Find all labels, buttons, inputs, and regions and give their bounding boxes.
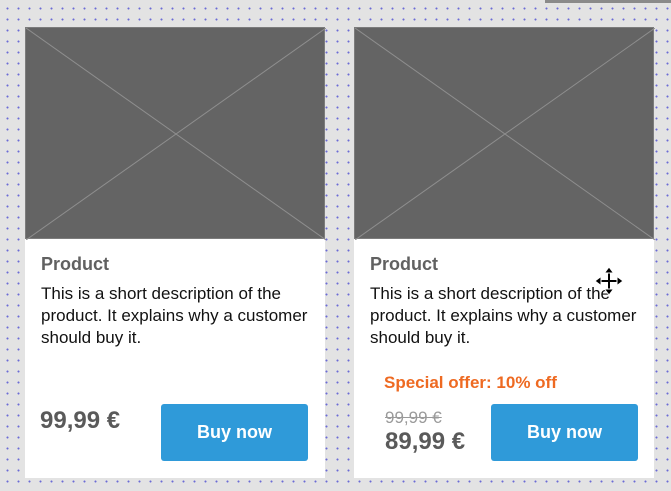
window-edge: [545, 0, 671, 3]
product-title: Product: [41, 254, 110, 274]
discounted-price: 89,99 €: [385, 428, 466, 455]
buy-now-button[interactable]: Buy now: [491, 404, 638, 461]
product-price: 99,99 €: [40, 407, 121, 434]
special-offer-label: Special offer: 10% off: [384, 373, 557, 392]
image-placeholder-icon: [25, 27, 326, 240]
product-card: Product This is a short description of t…: [354, 27, 655, 478]
image-placeholder-icon: [354, 27, 655, 240]
move-cursor-icon: [594, 266, 624, 296]
product-title: Product: [370, 254, 439, 274]
product-card: Product This is a short description of t…: [25, 27, 326, 478]
buy-now-button[interactable]: Buy now: [161, 404, 308, 461]
product-description: This is a short description of the produ…: [41, 284, 308, 347]
original-price: 99,99 €: [385, 408, 442, 427]
